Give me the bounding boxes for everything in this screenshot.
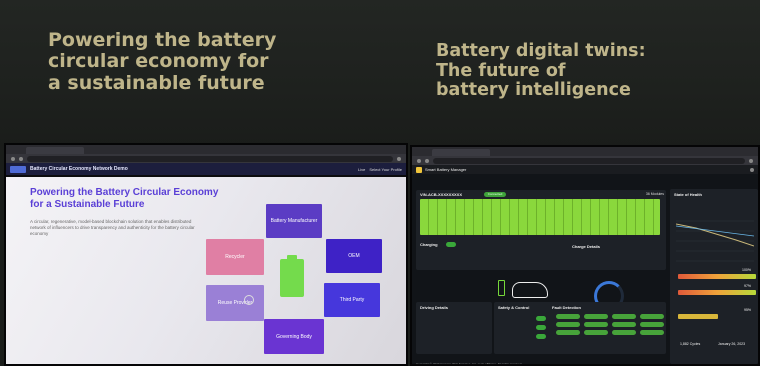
- soh-gauge: [678, 274, 756, 279]
- charging-label: Charging: [420, 242, 438, 247]
- app-title: Smart Battery Manager: [425, 167, 467, 172]
- refresh-circle-icon: [244, 295, 254, 305]
- app-logo: [416, 166, 422, 173]
- refresh-icon[interactable]: [19, 156, 23, 161]
- back-icon[interactable]: [417, 158, 421, 163]
- fault-indicator: [584, 314, 608, 319]
- node-reuse-provider[interactable]: Reuse Provider: [206, 285, 264, 321]
- driving-details-title: Driving Details: [420, 305, 449, 310]
- browser-tab[interactable]: [26, 147, 84, 154]
- fault-detection-title: Fault Detection: [552, 305, 581, 310]
- live-button[interactable]: Live: [358, 167, 365, 172]
- app-logo: [10, 165, 26, 173]
- soh-gauge: [678, 290, 756, 295]
- wall-title-left-line: Powering the battery: [48, 29, 277, 51]
- wall-title-left-line: a sustainable future: [48, 71, 265, 94]
- safety-toggle[interactable]: [536, 325, 546, 330]
- wall-title-left: Powering the battery circular economy fo…: [48, 29, 308, 94]
- wall-title-right-line: The future of: [436, 60, 566, 81]
- wall-title-right-line: battery intelligence: [436, 80, 631, 101]
- address-bar[interactable]: [433, 157, 745, 164]
- fault-indicator: [556, 314, 580, 319]
- fault-indicator: [556, 330, 580, 335]
- soh-value: 95%: [744, 308, 752, 312]
- browser-tab[interactable]: [432, 149, 490, 156]
- refresh-icon[interactable]: [425, 158, 429, 163]
- browser-tabs: [412, 147, 758, 156]
- browser-toolbar: [6, 154, 406, 163]
- dashboard: VIN-ACB-XXXXXXXXX Connected 36 Modules C…: [412, 174, 758, 366]
- app-header: Battery Circular Economy Network Demo Li…: [6, 163, 406, 175]
- date-value: January 26, 2023: [718, 342, 746, 346]
- fault-indicator: [640, 322, 664, 327]
- node-third-party[interactable]: Third Party: [324, 283, 380, 317]
- charging-toggle[interactable]: [446, 242, 456, 247]
- profile-select[interactable]: Select Your Profile: [369, 167, 402, 172]
- battery-id: VIN-ACB-XXXXXXXXX: [420, 192, 463, 197]
- address-bar[interactable]: [27, 155, 393, 162]
- safety-control-title: Safety & Control: [498, 305, 530, 310]
- charge-details-title: Charge Details: [572, 244, 601, 249]
- node-governing-body[interactable]: Governing Body: [264, 319, 324, 354]
- charger-icon: [498, 280, 505, 296]
- soh-value: 97%: [744, 284, 752, 288]
- app-header: Smart Battery Manager: [412, 165, 758, 174]
- fault-indicator: [556, 322, 580, 327]
- safety-toggle[interactable]: [536, 334, 546, 339]
- app-title: Battery Circular Economy Network Demo: [30, 166, 128, 172]
- user-icon[interactable]: [750, 167, 754, 172]
- node-oem[interactable]: OEM: [326, 239, 382, 273]
- hero-section: Powering the Battery Circular Economy fo…: [6, 177, 406, 364]
- wall-title-left-line: circular economy for: [48, 50, 269, 73]
- state-of-health-title: State of Health: [674, 192, 703, 197]
- fault-indicator: [584, 330, 608, 335]
- modules-count: 36 Modules: [645, 192, 664, 196]
- wall-title-right: Battery digital twins: The future of bat…: [436, 41, 676, 101]
- fault-indicator: [640, 314, 664, 319]
- hero-description: A circular, regenerative, model-based bl…: [30, 219, 195, 237]
- battery-cells-bar: [420, 199, 660, 235]
- fault-indicator: [612, 314, 636, 319]
- fault-indicator: [584, 322, 608, 327]
- left-monitor: Battery Circular Economy Network Demo Li…: [4, 143, 408, 366]
- car-icon: [512, 282, 548, 298]
- soh-gauge: [678, 314, 718, 319]
- safety-toggle[interactable]: [536, 316, 546, 321]
- right-monitor: Smart Battery Manager VIN-ACB-XXXXXXXXX …: [410, 145, 760, 366]
- wall-title-right-line: Battery digital twins:: [436, 41, 646, 61]
- status-badge: Connected: [484, 192, 506, 197]
- menu-icon[interactable]: [749, 158, 753, 163]
- browser-toolbar: [412, 156, 758, 165]
- fault-indicator: [612, 330, 636, 335]
- soh-chart: [676, 220, 754, 262]
- footer-text: Copyright © 2023 Amazon Web Services, In…: [416, 362, 523, 366]
- battery-icon: [280, 259, 304, 297]
- hero-title: Powering the Battery Circular Economy fo…: [30, 187, 219, 210]
- mileage-value: 1,882 Cycles: [680, 342, 701, 346]
- fault-indicator: [640, 330, 664, 335]
- node-battery-manufacturer[interactable]: Battery Manufacturer: [266, 204, 322, 238]
- back-icon[interactable]: [11, 156, 15, 161]
- fault-indicator: [612, 322, 636, 327]
- menu-icon[interactable]: [397, 156, 401, 161]
- browser-tabs: [6, 145, 406, 154]
- node-recycler[interactable]: Recycler: [206, 239, 264, 275]
- soh-value: 100%: [742, 268, 751, 272]
